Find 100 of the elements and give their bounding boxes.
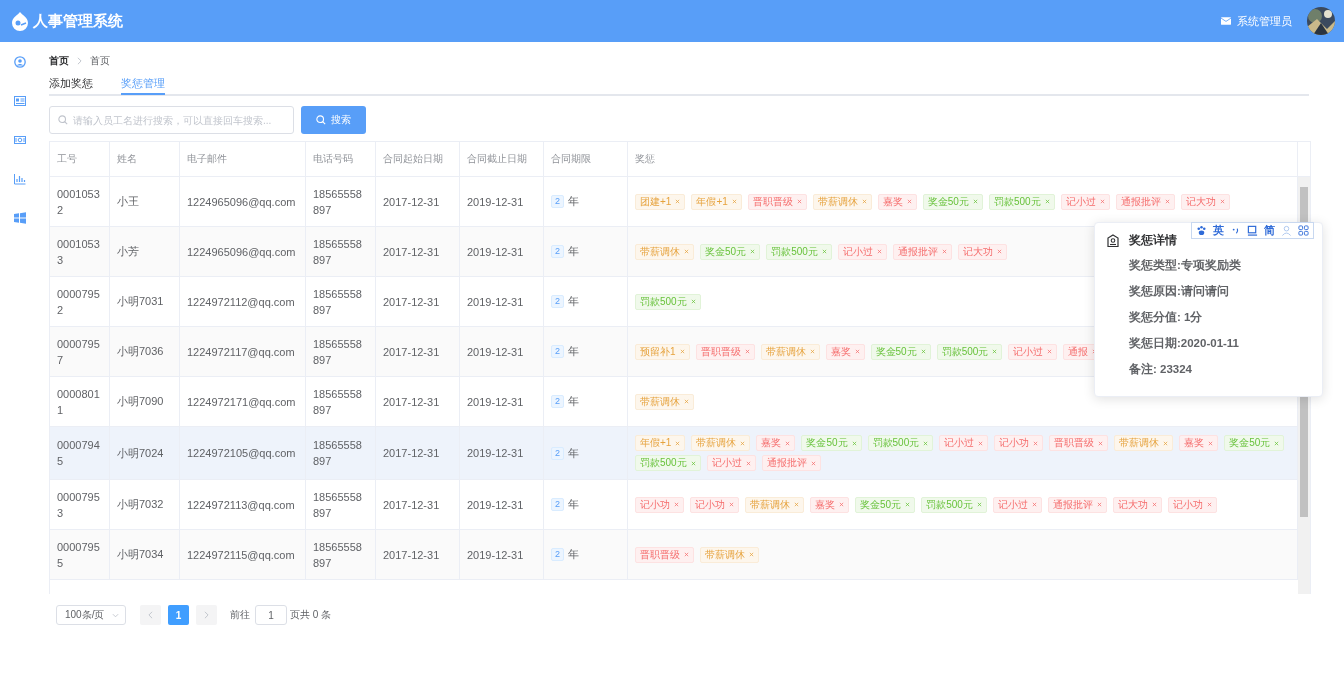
tag[interactable]: 奖金50元	[801, 435, 862, 451]
detail-text: 奖惩分值: 1分	[1128, 310, 1204, 325]
tag[interactable]: 带薪调休	[760, 343, 820, 360]
breadcrumb-item[interactable]: 首页	[90, 53, 110, 68]
tag[interactable]: 通报批评	[892, 243, 952, 260]
tag[interactable]: 通报批评	[1047, 496, 1107, 513]
tag[interactable]: 罚款500元	[766, 243, 832, 260]
paw-icon[interactable]	[1196, 225, 1207, 236]
table-cell: 2017-12-31	[383, 195, 440, 208]
ime-label[interactable]: 英	[1213, 223, 1224, 238]
table-cell-text: 00010532	[57, 186, 101, 218]
tag[interactable]: 嘉奖	[810, 496, 849, 513]
search-button[interactable]: 搜索	[301, 106, 366, 134]
tag[interactable]: 罚款500元	[921, 496, 987, 513]
tag[interactable]: 晋职晋级	[635, 546, 694, 563]
tag[interactable]: 记小功	[635, 496, 684, 513]
bar-chart-icon[interactable]	[14, 173, 26, 185]
tag[interactable]: 带薪调休	[635, 393, 694, 410]
tag[interactable]: 年假+1	[635, 435, 686, 451]
tag[interactable]: 带薪调休	[700, 546, 759, 563]
table-cell-text: 00007953	[57, 489, 101, 521]
tag[interactable]: 奖金50元	[870, 343, 931, 360]
tag[interactable]: 通报批评	[761, 455, 821, 471]
tag[interactable]: 嘉奖	[877, 193, 917, 210]
tag[interactable]: 通报批评	[1115, 193, 1175, 210]
table-cell: 2019-12-31	[467, 295, 524, 308]
table-cell: 2017-12-31	[383, 295, 440, 308]
table-cell: 2019-12-31	[467, 498, 524, 511]
mail-icon[interactable]	[1221, 17, 1231, 25]
tag[interactable]: 记小过	[939, 435, 989, 451]
tag[interactable]: 带薪调休	[691, 435, 751, 451]
caret-icon	[112, 612, 119, 618]
windows-icon[interactable]	[14, 212, 26, 224]
grid-icon[interactable]	[1298, 225, 1309, 236]
tag[interactable]: 奖金50元	[922, 193, 983, 210]
table-cell: 2017-12-31	[383, 548, 440, 561]
tag[interactable]: 奖金50元	[1224, 435, 1285, 451]
banknote-icon[interactable]	[14, 134, 26, 146]
user-icon[interactable]	[14, 56, 26, 68]
tag[interactable]: 罚款500元	[988, 193, 1055, 210]
tag[interactable]: 记大功	[1180, 193, 1230, 210]
tag[interactable]: 嘉奖	[825, 343, 865, 360]
tag[interactable]: 嘉奖	[756, 435, 796, 451]
chevron-right-icon	[204, 611, 209, 619]
tag[interactable]: 团建+1	[635, 193, 686, 210]
user-icon[interactable]	[1281, 225, 1292, 236]
tag[interactable]: 晋职晋级	[695, 343, 755, 360]
tag[interactable]: 记小功	[1167, 496, 1217, 513]
user-name[interactable]: 系统管理员	[1237, 13, 1292, 29]
id-card-icon[interactable]	[14, 95, 26, 107]
tag[interactable]: 记大功	[1112, 496, 1162, 513]
table-cell: 年	[568, 547, 579, 562]
table-cell: 2017-12-31	[383, 245, 440, 258]
table-cell: 小王	[117, 194, 139, 209]
tag[interactable]: 记小过	[706, 455, 756, 471]
tag[interactable]: 记小功	[690, 496, 739, 513]
tag[interactable]: 罚款500元	[867, 435, 934, 451]
tag[interactable]: 记小过	[992, 496, 1042, 513]
tag[interactable]: 罚款500元	[635, 455, 701, 471]
tag[interactable]: 带薪调休	[635, 243, 694, 260]
table-cell: 2017-12-31	[383, 498, 440, 511]
tag[interactable]: 晋职晋级	[1049, 435, 1109, 451]
detail-text: 备注: 23324	[1128, 361, 1193, 377]
tag[interactable]: 记小过	[1060, 193, 1110, 210]
tag[interactable]: 晋职晋级	[747, 193, 807, 210]
tag[interactable]: 奖金50元	[855, 496, 916, 513]
tag[interactable]: 记小功	[994, 435, 1044, 451]
page-input[interactable]: 1	[255, 605, 287, 625]
ime-label[interactable]: 简	[1264, 223, 1275, 238]
tag[interactable]: 带薪调休	[745, 496, 804, 513]
tag[interactable]: 带薪调休	[812, 193, 872, 210]
term-badge: 2	[551, 245, 564, 258]
tab[interactable]: 奖惩管理	[121, 75, 165, 95]
tag[interactable]: 记大功	[957, 243, 1007, 260]
page-number[interactable]: 1	[168, 605, 189, 625]
tag[interactable]: 奖金50元	[700, 243, 761, 260]
table-cell: 1224972171@qq.com	[187, 395, 296, 408]
detail-text: 奖惩类型:专项奖励类	[1128, 258, 1242, 273]
table-cell: 年	[568, 445, 579, 461]
table-cell-text: 18565558897	[313, 438, 363, 469]
tag[interactable]: 带薪调休	[1114, 435, 1174, 451]
term-badge: 2	[551, 446, 564, 460]
tag[interactable]: 罚款500元	[635, 293, 701, 310]
table-cell: 小明7032	[117, 497, 164, 512]
tag[interactable]: 年假+1	[691, 193, 742, 210]
table-cell: 2019-12-31	[467, 195, 524, 208]
breadcrumb-item[interactable]: 首页	[49, 53, 69, 68]
term-badge: 2	[551, 498, 564, 511]
tag[interactable]: 罚款500元	[936, 343, 1003, 360]
table-cell: 1224965096@qq.com	[187, 195, 296, 208]
page-size-select[interactable]: 100条/页	[56, 605, 126, 625]
tag[interactable]: 记小过	[1008, 343, 1058, 360]
term-badge: 2	[551, 395, 564, 408]
tag[interactable]: 记小过	[837, 243, 887, 260]
tag[interactable]: 预留补1	[635, 343, 690, 360]
column-header: 姓名	[117, 152, 137, 166]
table-cell: 2019-12-31	[467, 395, 524, 408]
tab[interactable]: 添加奖惩	[49, 75, 93, 93]
tag[interactable]: 嘉奖	[1179, 435, 1219, 451]
monitor-icon[interactable]	[1247, 225, 1258, 236]
